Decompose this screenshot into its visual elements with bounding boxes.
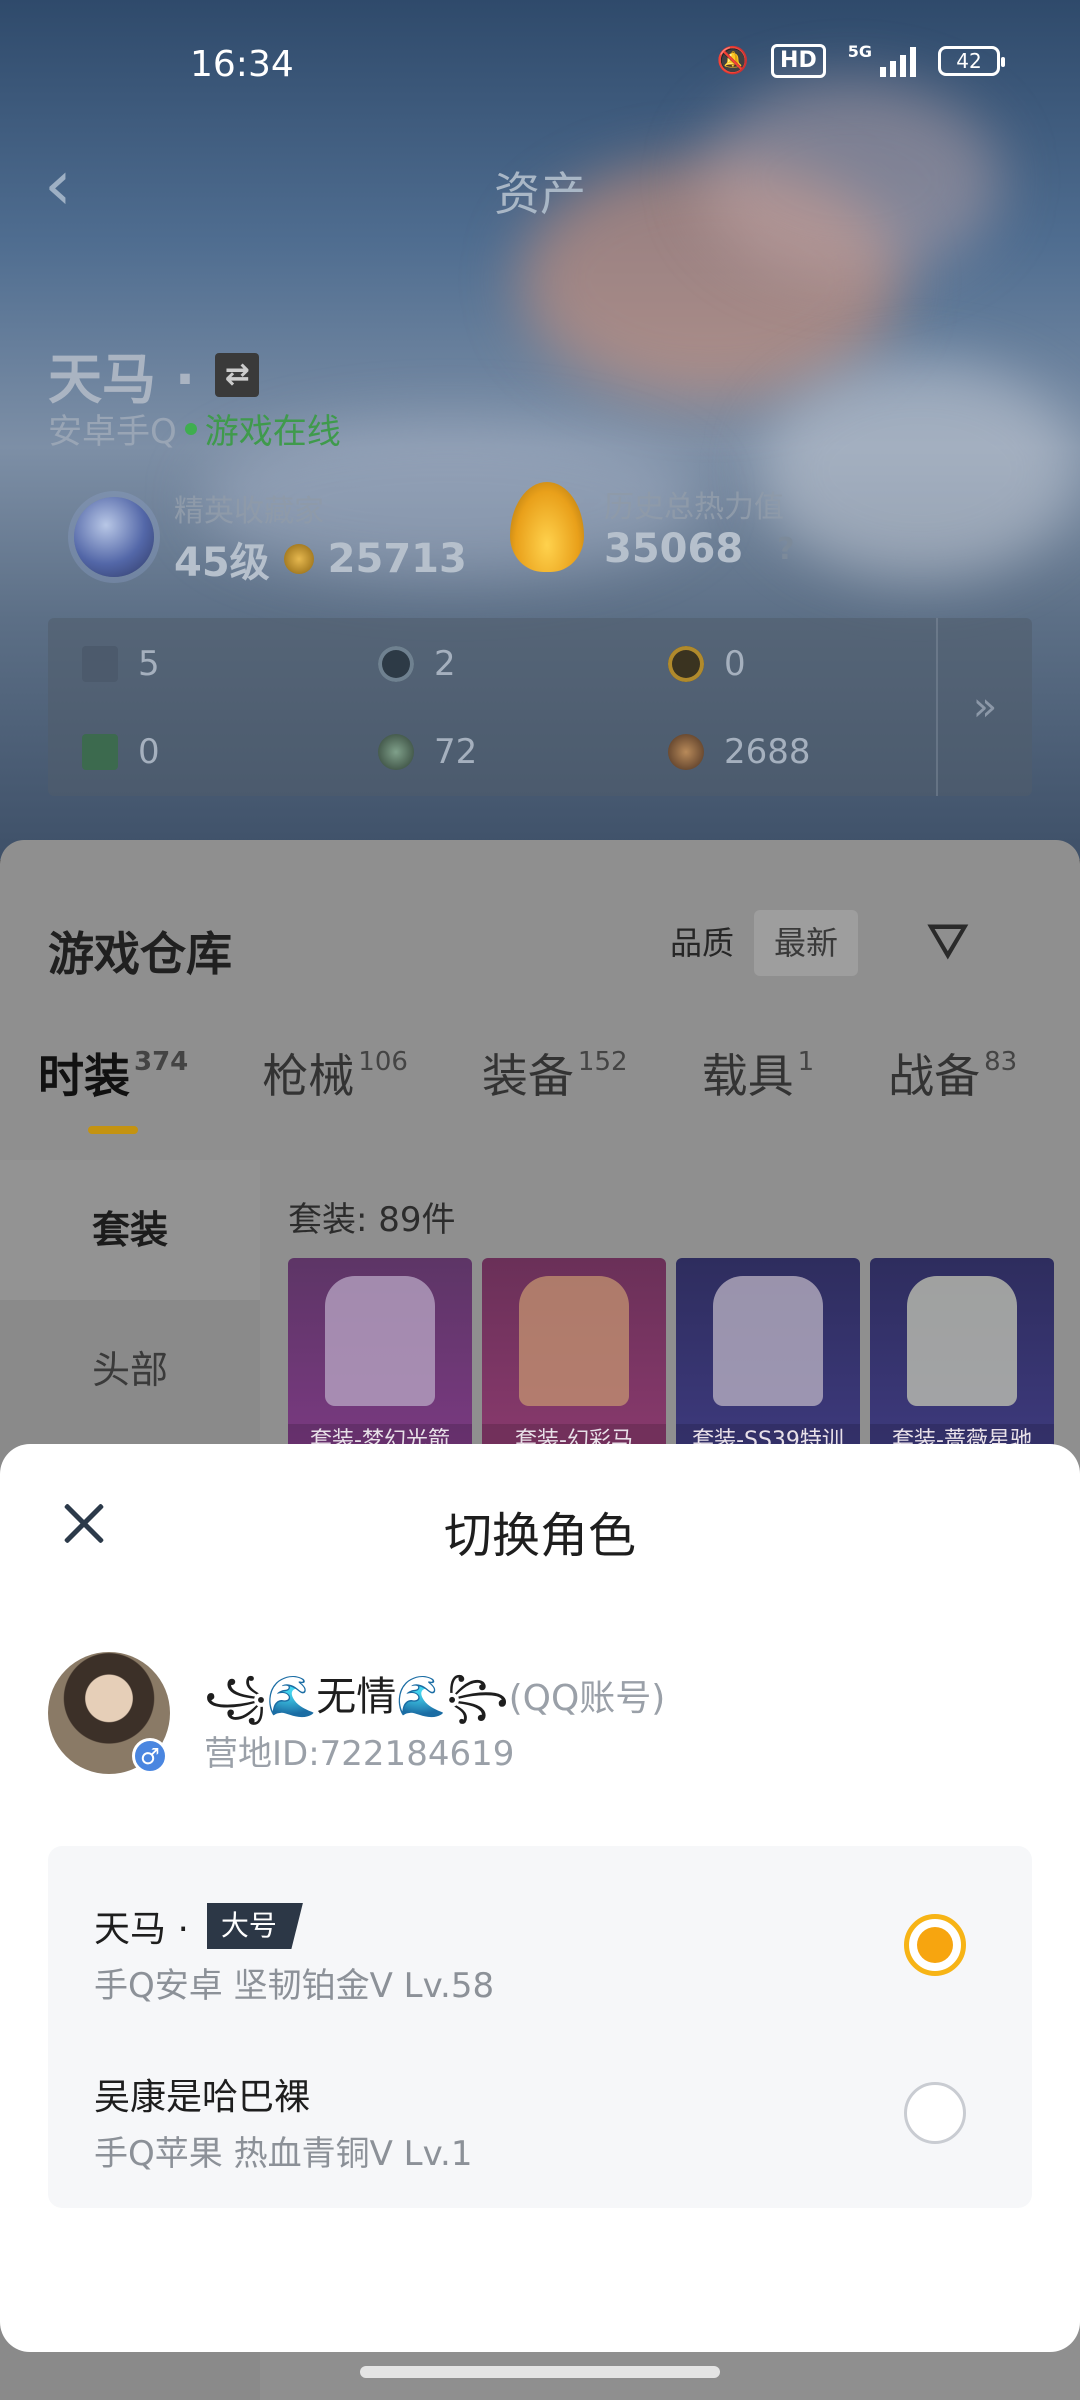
status-time: 16:34 (190, 44, 294, 85)
status-icons: 🔕 HD 5G 42 (716, 41, 1005, 78)
role-radio-selected[interactable] (904, 1914, 966, 1976)
male-icon: ♂ (132, 1738, 168, 1774)
outfit-thumbnail (519, 1276, 629, 1406)
hd-icon: HD (771, 44, 826, 78)
battery-icon: 42 (938, 46, 1005, 76)
outfit-thumbnail (907, 1276, 1017, 1406)
assets-panel[interactable]: 5 2 0 0 72 2688 » (48, 618, 1032, 796)
item-card[interactable]: 套装-SS39特训 (676, 1258, 860, 1458)
role-item[interactable]: 吴康是哈巴裸 手Q苹果 热血青铜V Lv.1 (48, 2026, 1032, 2194)
role-name: 吴康是哈巴裸 (94, 2077, 311, 2118)
double-chevron-right-icon[interactable]: » (936, 618, 1032, 796)
coin-count: 25713 (327, 536, 467, 582)
category-tabs: 时装 374 枪械 106 装备 152 载具 1 战备 83 (38, 1040, 1017, 1134)
account-type-tag: (QQ账号) (508, 1678, 666, 1719)
role-radio[interactable] (904, 2082, 966, 2144)
heat-value-row: 35068 ? (604, 526, 795, 572)
role-name: 天马 · (94, 1909, 189, 1950)
filter-icon[interactable]: ⛛ (926, 912, 986, 972)
home-indicator[interactable] (360, 2366, 720, 2378)
warehouse-title: 游戏仓库 (48, 927, 232, 981)
bronze-coin-icon (668, 734, 704, 770)
profile-name: 天马 · ⇄ (48, 335, 260, 414)
asset-item: 2 (378, 644, 456, 684)
mute-bell-icon: 🔕 (716, 46, 750, 76)
sort-quality[interactable]: 品质 (650, 910, 754, 976)
rank-badge-icon (74, 497, 154, 577)
card-icon (82, 646, 118, 682)
green-card-icon (82, 734, 118, 770)
flame-icon (510, 482, 584, 572)
sidebar-item-head[interactable]: 头部 (0, 1300, 260, 1440)
account-nickname: ꧁🌊无情🌊꧂ (204, 1674, 509, 1720)
profile-subtitle: 安卓手Q 游戏在线 (48, 404, 341, 453)
tab-supplies[interactable]: 战备 83 (888, 1040, 1017, 1106)
outfit-thumbnail (713, 1276, 823, 1406)
item-grid: 套装-梦幻光箭 套装-幻彩马 套装-SS39特训 套装-蔷薇星驰 (288, 1258, 1054, 1458)
platform-label: 安卓手Q (48, 412, 177, 452)
sheet-title: 切换角色 (443, 1508, 636, 1564)
role-details: 手Q苹果 热血青铜V Lv.1 (94, 2134, 473, 2174)
heat-value: 35068 (604, 526, 744, 572)
signal-icon (880, 45, 916, 77)
heat-stat: 历史总热力值 35068 ? (510, 482, 795, 572)
main-account-badge: 大号 (206, 1903, 303, 1949)
token-icon (378, 646, 414, 682)
item-card[interactable]: 套装-梦幻光箭 (288, 1258, 472, 1458)
help-icon[interactable]: ? (777, 532, 794, 567)
camp-id: 营地ID:722184619 (204, 1734, 515, 1774)
asset-item: 5 (82, 644, 160, 684)
asset-item: 0 (668, 644, 746, 684)
sidebar-item-outfit[interactable]: 套装 (0, 1160, 260, 1300)
online-dot-icon (184, 422, 197, 435)
tab-guns[interactable]: 枪械 106 (262, 1040, 408, 1106)
gold-coin-icon (668, 646, 704, 682)
profile-name-text: 天马 · (48, 348, 196, 411)
page-title: 资产 (494, 167, 586, 221)
switch-role-sheet: 切换角色 ♂ ꧁🌊无情🌊꧂(QQ账号) 营地ID:722184619 天马 · … (0, 1444, 1080, 2352)
asset-value: 2 (434, 644, 456, 684)
network-type: 5G (847, 41, 872, 61)
role-item[interactable]: 天马 · 大号 手Q安卓 坚韧铂金V Lv.58 (48, 1858, 1032, 2026)
role-name-row: 天马 · 大号 (94, 1900, 303, 1952)
item-card[interactable]: 套装-幻彩马 (482, 1258, 666, 1458)
swap-role-icon[interactable]: ⇄ (215, 352, 260, 397)
asset-item: 0 (82, 732, 160, 772)
asset-item: 72 (378, 732, 477, 772)
coin-icon (283, 544, 314, 574)
asset-value: 0 (724, 644, 746, 684)
orb-icon (378, 734, 414, 770)
asset-item: 2688 (668, 732, 811, 772)
rank-value: 45级 25713 (174, 530, 467, 588)
account-info: ♂ ꧁🌊无情🌊꧂(QQ账号) 营地ID:722184619 (48, 1652, 1032, 1782)
status-bar: 16:34 🔕 HD 5G 42 (0, 0, 1080, 130)
rank-level: 45级 (174, 540, 270, 586)
asset-value: 2688 (724, 732, 811, 772)
tab-fashion[interactable]: 时装 374 (38, 1040, 188, 1134)
heat-label: 历史总热力值 (604, 490, 784, 525)
tab-equipment[interactable]: 装备 152 (482, 1040, 628, 1106)
asset-value: 0 (138, 732, 160, 772)
rank-label: 精英收藏家 (174, 494, 324, 529)
item-count: 套装: 89件 (288, 1200, 456, 1240)
tab-vehicles[interactable]: 载具 1 (702, 1040, 815, 1106)
item-card[interactable]: 套装-蔷薇星驰 (870, 1258, 1054, 1458)
sort-toggle[interactable]: 品质 最新 (650, 910, 859, 976)
collector-rank: 精英收藏家 45级 25713 (74, 486, 467, 588)
sort-newest[interactable]: 最新 (754, 910, 859, 976)
role-name-row: 吴康是哈巴裸 (94, 2068, 310, 2120)
role-details: 手Q安卓 坚韧铂金V Lv.58 (94, 1966, 495, 2006)
outfit-thumbnail (325, 1276, 435, 1406)
asset-value: 5 (138, 644, 160, 684)
role-list: 天马 · 大号 手Q安卓 坚韧铂金V Lv.58 吴康是哈巴裸 手Q苹果 热血青… (48, 1846, 1032, 2208)
online-status: 游戏在线 (204, 412, 341, 452)
asset-value: 72 (434, 732, 478, 772)
